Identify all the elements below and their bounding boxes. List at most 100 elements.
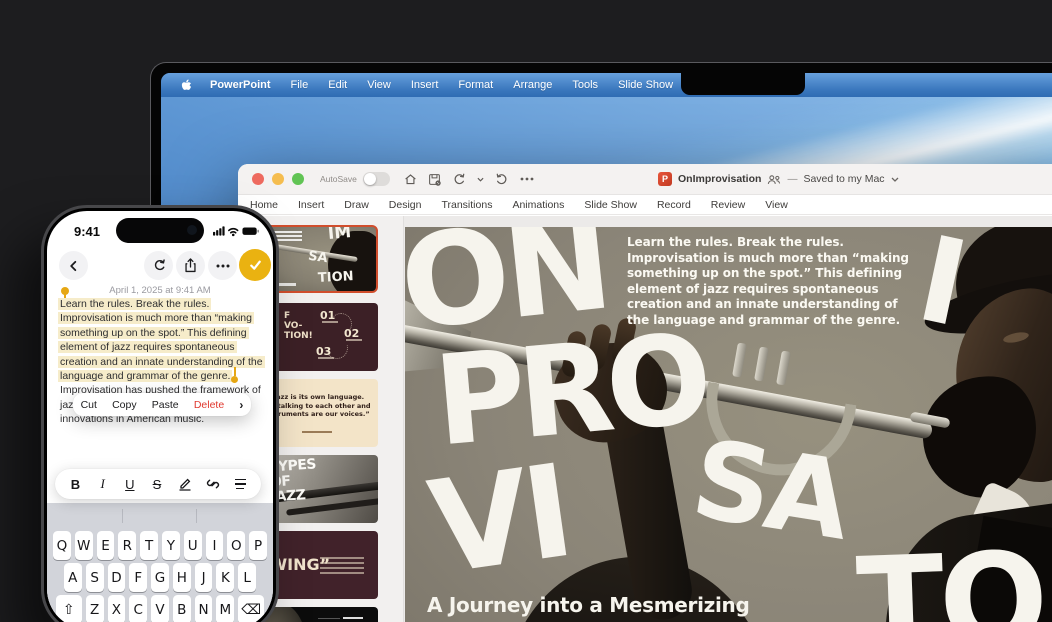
menu-bar-item[interactable]: Slide Show [608, 79, 683, 91]
thumb1-letters: IM [327, 225, 353, 244]
keyboard-key[interactable]: W [74, 531, 93, 560]
keyboard-key[interactable]: O [227, 531, 246, 560]
keyboard-key[interactable]: B [172, 595, 191, 622]
keyboard-key[interactable]: A [63, 563, 82, 592]
keyboard-key[interactable]: C [129, 595, 148, 622]
keyboard-key[interactable]: Y [162, 531, 180, 560]
slide-letter-pro: PRO [429, 307, 711, 475]
done-button[interactable] [239, 249, 271, 281]
ribbon-tab[interactable]: Review [701, 199, 755, 211]
keyboard-key[interactable]: H [172, 563, 191, 592]
selection-handle-end[interactable] [231, 367, 239, 384]
document-title: OnImprovisation [678, 173, 762, 185]
keyboard-row-3: ⇧ ZXCVBNM ⌫ [47, 595, 273, 622]
format-toolbar: B I U S [55, 469, 261, 499]
list-button[interactable] [234, 477, 247, 491]
titlebar-dash: — [787, 173, 798, 185]
link-button[interactable] [206, 477, 220, 491]
keyboard-key[interactable]: V [151, 595, 169, 622]
autosave-toggle[interactable] [362, 172, 390, 186]
delete-menu-item[interactable]: Delete [194, 399, 224, 411]
undo-button[interactable] [144, 251, 173, 280]
keyboard-key[interactable]: Z [85, 595, 104, 622]
undo-icon[interactable] [452, 173, 466, 186]
share-people-icon[interactable] [767, 174, 781, 185]
apple-menu-icon[interactable] [173, 79, 200, 92]
backspace-key[interactable]: ⌫ [238, 595, 265, 622]
keyboard-key[interactable]: N [194, 595, 213, 622]
slide-canvas[interactable]: ON I PRO VI SA TO Learn the rules. Break… [405, 227, 1052, 622]
menu-bar-item[interactable]: PowerPoint [200, 79, 281, 91]
keyboard-key[interactable]: D [107, 563, 126, 592]
keyboard-key[interactable]: S [85, 563, 104, 592]
slide-letter-to: TO [854, 524, 1046, 622]
keyboard-key[interactable]: K [216, 563, 235, 592]
menu-bar-item[interactable]: Format [448, 79, 503, 91]
menu-bar-item[interactable]: Tools [562, 79, 608, 91]
keyboard-key[interactable]: Q [53, 531, 71, 560]
redo-icon[interactable] [495, 173, 509, 186]
more-button[interactable] [208, 251, 237, 280]
keyboard-key[interactable]: G [151, 563, 169, 592]
keyboard-key[interactable]: L [238, 563, 257, 592]
bold-button[interactable]: B [69, 477, 82, 492]
keyboard-key[interactable]: J [194, 563, 213, 592]
keyboard-key[interactable]: I [205, 531, 224, 560]
cut-menu-item[interactable]: Cut [81, 399, 97, 411]
keyboard-key[interactable]: F [129, 563, 148, 592]
keyboard-key[interactable]: E [96, 531, 115, 560]
stage: PowerPoint File Edit View Insert Format Arrang… [0, 0, 1052, 622]
keyboard-key[interactable]: P [249, 531, 267, 560]
home-icon[interactable] [404, 173, 417, 186]
thumb2-title: F VO- TION! [284, 311, 313, 341]
ribbon-tab[interactable]: Transitions [431, 199, 502, 211]
dynamic-island [116, 218, 204, 243]
italic-button[interactable]: I [96, 476, 109, 492]
ribbon-tab[interactable]: Insert [288, 199, 334, 211]
link-icon [206, 479, 219, 489]
ribbon-tab-bar: Home Insert Draw Design Transitions Animation… [238, 195, 1052, 215]
chevron-left-icon [70, 260, 77, 271]
status-time: 9:41 [74, 224, 101, 239]
keyboard-key[interactable]: M [216, 595, 235, 622]
save-icon[interactable] [428, 173, 441, 186]
status-icons [213, 224, 259, 242]
note-timestamp: April 1, 2025 at 9:41 AM [109, 285, 211, 296]
keyboard: QWERTYUIOP ASDFGHJKL ⇧ ZXCVBNM ⌫ [47, 503, 273, 622]
battery-icon [242, 227, 259, 235]
iphone: 9:41 April 1, 2025 at 9:41 AM Learn the … [41, 205, 279, 622]
copy-menu-item[interactable]: Copy [112, 399, 137, 411]
ribbon-tab[interactable]: Record [647, 199, 701, 211]
keyboard-key[interactable]: U [183, 531, 202, 560]
ribbon-tab[interactable]: Animations [502, 199, 574, 211]
menu-bar-item[interactable]: Arrange [503, 79, 562, 91]
keyboard-key[interactable]: R [118, 531, 137, 560]
wifi-icon [228, 227, 239, 234]
ribbon-tab[interactable]: Draw [334, 199, 379, 211]
share-button[interactable] [176, 251, 205, 280]
suggestion-bar[interactable] [47, 508, 273, 524]
menu-bar-item[interactable]: File [281, 79, 319, 91]
keyboard-row-2: ASDFGHJKL [47, 563, 273, 592]
menu-bar-item[interactable]: Insert [401, 79, 449, 91]
strikethrough-button[interactable]: S [150, 477, 163, 492]
underline-button[interactable]: U [123, 477, 136, 492]
close-button[interactable] [252, 173, 264, 185]
menu-expand-chevron[interactable]: › [239, 398, 243, 412]
chevron-down-icon[interactable] [891, 177, 899, 182]
ribbon-tab[interactable]: Slide Show [574, 199, 647, 211]
keyboard-key[interactable]: X [107, 595, 126, 622]
menu-bar-item[interactable]: View [357, 79, 401, 91]
more-options-icon[interactable] [520, 177, 534, 181]
keyboard-key[interactable]: T [140, 531, 158, 560]
highlighter-button[interactable] [178, 477, 192, 491]
ribbon-tab[interactable]: View [755, 199, 798, 211]
minimize-button[interactable] [272, 173, 284, 185]
undo-chevron-icon[interactable] [477, 177, 484, 182]
paste-menu-item[interactable]: Paste [152, 399, 179, 411]
ribbon-tab[interactable]: Design [379, 199, 432, 211]
menu-bar-item[interactable]: Edit [318, 79, 357, 91]
shift-key[interactable]: ⇧ [55, 595, 82, 622]
zoom-button[interactable] [292, 173, 304, 185]
back-button[interactable] [59, 251, 88, 280]
